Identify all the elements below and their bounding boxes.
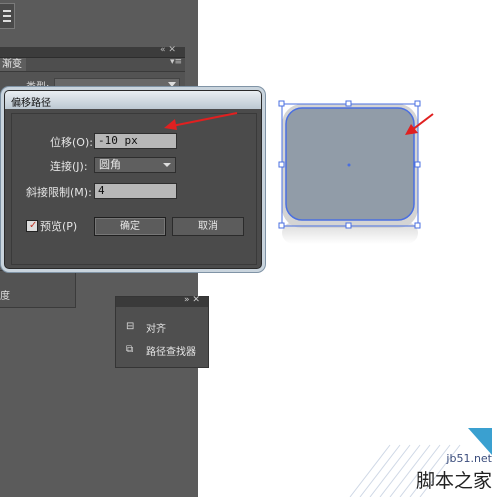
watermark-site: jb51.net bbox=[446, 452, 492, 465]
floating-panel-header: » ✕ bbox=[116, 295, 208, 307]
join-select-value: 圆角 bbox=[99, 158, 121, 171]
panel-item-pathfinder[interactable]: ⧉ 路径查找器 bbox=[126, 342, 206, 358]
cancel-button[interactable]: 取消 bbox=[172, 217, 244, 236]
ok-button[interactable]: 确定 bbox=[94, 217, 166, 236]
dialog-title: 偏移路径 bbox=[11, 98, 51, 109]
panel-item-align[interactable]: ⊟ 对齐 bbox=[126, 319, 206, 335]
panel-label: 度 bbox=[0, 291, 10, 302]
miter-input[interactable]: 4 bbox=[94, 183, 177, 199]
pathfinder-icon: ⧉ bbox=[126, 344, 134, 355]
selection-bounding-box bbox=[281, 103, 419, 227]
background-panel: 度 bbox=[0, 270, 76, 308]
dialog-body: 位移(O): -10 px 连接(J): 圆角 斜接限制(M): 4 ✓ 预览(… bbox=[11, 113, 257, 265]
preview-label: 预览(P) bbox=[40, 220, 78, 233]
chevron-down-icon bbox=[168, 82, 176, 87]
original-rounded-shape bbox=[282, 104, 418, 228]
offset-rounded-shape bbox=[285, 107, 415, 221]
offset-path-dialog: 偏移路径 位移(O): -10 px 连接(J): 圆角 斜接限制(M): 4 … bbox=[4, 90, 262, 269]
preview-checkbox[interactable]: ✓ bbox=[26, 220, 38, 232]
watermark-name: 脚本之家 bbox=[415, 470, 492, 492]
hamburger-icon[interactable] bbox=[0, 3, 15, 29]
offset-label: 位移(O): bbox=[50, 136, 93, 149]
join-select[interactable]: 圆角 bbox=[94, 157, 176, 173]
watermark-triangle bbox=[468, 428, 492, 455]
shape-reflection bbox=[282, 222, 418, 244]
panel-item-label: 路径查找器 bbox=[146, 347, 196, 358]
checkmark-icon: ✓ bbox=[29, 220, 38, 231]
panel-header-controls[interactable]: « ✕ bbox=[160, 45, 176, 55]
chevron-down-icon bbox=[163, 163, 171, 167]
annotation-arrow-2 bbox=[405, 113, 434, 135]
selection-handles bbox=[278, 100, 421, 229]
tab-strip: 渐变 ▾≡ bbox=[0, 57, 185, 72]
join-label: 连接(J): bbox=[50, 160, 88, 173]
offset-input[interactable]: -10 px bbox=[94, 133, 177, 149]
center-point bbox=[347, 163, 351, 167]
floating-panel: » ✕ ⊟ 对齐 ⧉ 路径查找器 bbox=[115, 295, 209, 368]
dialog-title-bar[interactable]: 偏移路径 bbox=[5, 91, 261, 109]
tab-gradient[interactable]: 渐变 bbox=[0, 58, 26, 71]
miter-label: 斜接限制(M): bbox=[26, 186, 92, 199]
panel-header: « ✕ bbox=[0, 45, 185, 58]
floating-panel-controls[interactable]: » ✕ bbox=[184, 295, 200, 305]
align-icon: ⊟ bbox=[126, 321, 135, 332]
panel-menu-icon[interactable]: ▾≡ bbox=[170, 57, 182, 67]
panel-item-label: 对齐 bbox=[146, 324, 166, 335]
